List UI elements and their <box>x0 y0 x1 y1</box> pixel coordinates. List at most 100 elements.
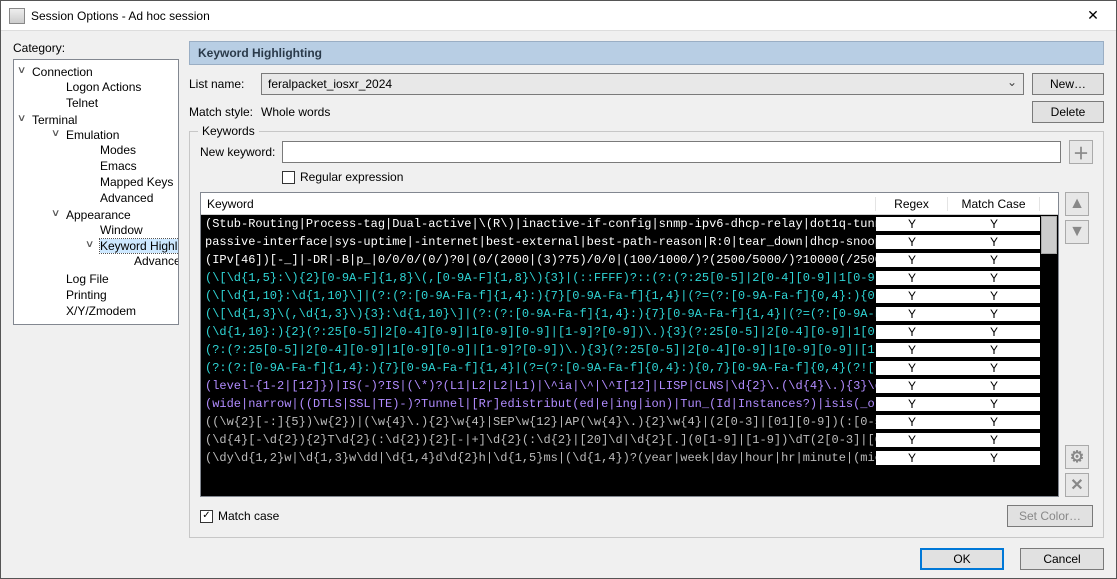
cell-regex: Y <box>876 289 948 303</box>
tree-keyword-highlighting[interactable]: Keyword Highlighting Advanced <box>82 238 170 270</box>
tree-modes[interactable]: Modes <box>82 142 170 158</box>
cell-matchcase: Y <box>948 415 1040 429</box>
cell-matchcase: Y <box>948 271 1040 285</box>
cancel-button[interactable]: Cancel <box>1020 548 1104 570</box>
cell-keyword: (\d{1,10}:){2}(?:25[0-5]|2[0-4][0-9]|1[0… <box>201 325 876 339</box>
cell-matchcase: Y <box>948 253 1040 267</box>
cell-matchcase: Y <box>948 343 1040 357</box>
tree-emacs[interactable]: Emacs <box>82 158 170 174</box>
ok-button[interactable]: OK <box>920 548 1004 570</box>
tree-logon-actions[interactable]: Logon Actions <box>48 79 174 95</box>
col-regex[interactable]: Regex <box>876 197 948 211</box>
cell-regex: Y <box>876 433 948 447</box>
cell-keyword: passive-interface|sys-uptime|-internet|b… <box>201 235 876 249</box>
table-row[interactable]: (\d{1,10}:){2}(?:25[0-5]|2[0-4][0-9]|1[0… <box>201 323 1058 341</box>
list-name-combo[interactable]: feralpacket_iosxr_2024 <box>261 73 1024 95</box>
list-name-label: List name: <box>189 77 261 91</box>
tree-connection[interactable]: Connection Logon Actions Telnet <box>14 64 178 112</box>
cell-keyword: (Stub-Routing|Process-tag|Dual-active|\(… <box>201 217 876 231</box>
cell-matchcase: Y <box>948 289 1040 303</box>
client-area: Category: Connection Logon Actions Telne… <box>1 31 1116 578</box>
table-row[interactable]: (\[\d{1,5}:\){2}[0-9A-F]{1,8}\(,[0-9A-F]… <box>201 269 1058 287</box>
tree-window[interactable]: Window <box>82 222 170 238</box>
cell-keyword: (IPv[46])[-_]|-DR|-B|p_|0/0/0/(0/)?0|(0/… <box>201 253 876 267</box>
new-list-button[interactable]: New… <box>1032 73 1104 95</box>
cell-matchcase: Y <box>948 217 1040 231</box>
cell-regex: Y <box>876 397 948 411</box>
cell-regex: Y <box>876 217 948 231</box>
cell-matchcase: Y <box>948 379 1040 393</box>
cell-regex: Y <box>876 361 948 375</box>
tree-advanced-emu[interactable]: Advanced <box>82 190 170 206</box>
table-row[interactable]: (IPv[46])[-_]|-DR|-B|p_|0/0/0/(0/)?0|(0/… <box>201 251 1058 269</box>
tree-terminal[interactable]: Terminal Emulation Modes Emacs Mapped Ke… <box>14 112 178 320</box>
cell-keyword: (\d{4}[-\d{2}){2}T\d{2}(:\d{2}){2}[-|+]\… <box>201 433 876 447</box>
move-down-button[interactable]: ▼ <box>1065 220 1089 244</box>
keyword-grid[interactable]: Keyword Regex Match Case (Stub-Routing|P… <box>200 192 1059 497</box>
cell-regex: Y <box>876 253 948 267</box>
tree-appearance[interactable]: Appearance Window Keyword Highlighting A… <box>48 207 174 271</box>
tree-xyzmodem[interactable]: X/Y/Zmodem <box>48 303 174 319</box>
match-style-label: Match style: <box>189 105 261 119</box>
tree-advanced-kw[interactable]: Advanced <box>116 253 166 269</box>
dialog-buttons: OK Cancel <box>13 538 1104 570</box>
match-case-checkbox[interactable]: ✓ <box>200 510 213 523</box>
tree-emulation[interactable]: Emulation Modes Emacs Mapped Keys Advanc… <box>48 127 174 207</box>
new-keyword-input[interactable] <box>282 141 1061 163</box>
cell-matchcase: Y <box>948 325 1040 339</box>
cell-keyword: (wide|narrow|((DTLS|SSL|TE)-)?Tunnel|[Rr… <box>201 397 876 411</box>
tree-log-file[interactable]: Log File <box>48 271 174 287</box>
tree-telnet[interactable]: Telnet <box>48 95 174 111</box>
table-row[interactable]: (?:(?:25[0-5]|2[0-4][0-9]|1[0-9][0-9]|[1… <box>201 341 1058 359</box>
cell-regex: Y <box>876 343 948 357</box>
cell-keyword: (level-{1-2|[12]})|IS(-)?IS|(\*)?(L1|L2|… <box>201 379 876 393</box>
keywords-fieldset: Keywords New keyword: ＋ Regular expressi… <box>189 131 1104 538</box>
cell-matchcase: Y <box>948 235 1040 249</box>
window-title: Session Options - Ad hoc session <box>31 9 1070 23</box>
table-row[interactable]: (\dy\d{1,2}w|\d{1,3}w\dd|\d{1,4}d\d{2}h|… <box>201 449 1058 467</box>
keywords-legend: Keywords <box>198 124 259 138</box>
tree-printing[interactable]: Printing <box>48 287 174 303</box>
cell-matchcase: Y <box>948 451 1040 465</box>
tree-mapped-keys[interactable]: Mapped Keys <box>82 174 170 190</box>
table-row[interactable]: passive-interface|sys-uptime|-internet|b… <box>201 233 1058 251</box>
cell-keyword: (?:(?:[0-9A-Fa-f]{1,4}:){7}[0-9A-Fa-f]{1… <box>201 361 876 375</box>
match-style-value: Whole words <box>261 105 1024 119</box>
cell-matchcase: Y <box>948 361 1040 375</box>
grid-body[interactable]: (Stub-Routing|Process-tag|Dual-active|\(… <box>201 215 1058 496</box>
move-up-button[interactable]: ▲ <box>1065 192 1089 216</box>
cell-keyword: (\dy\d{1,2}w|\d{1,3}w\dd|\d{1,4}d\d{2}h|… <box>201 451 876 465</box>
cell-keyword: (\[\d{1,5}:\){2}[0-9A-F]{1,8}\(,[0-9A-F]… <box>201 271 876 285</box>
delete-list-button[interactable]: Delete <box>1032 101 1104 123</box>
app-icon <box>9 8 25 24</box>
cell-keyword: (?:(?:25[0-5]|2[0-4][0-9]|1[0-9][0-9]|[1… <box>201 343 876 357</box>
main-panel: Keyword Highlighting List name: feralpac… <box>189 41 1104 538</box>
set-color-button[interactable]: Set Color… <box>1007 505 1093 527</box>
table-row[interactable]: (\[\d{1,10}:\d{1,10}\]|(?:(?:[0-9A-Fa-f]… <box>201 287 1058 305</box>
category-label: Category: <box>13 41 179 55</box>
add-keyword-button[interactable]: ＋ <box>1069 140 1093 164</box>
cell-regex: Y <box>876 451 948 465</box>
table-row[interactable]: (level-{1-2|[12]})|IS(-)?IS|(\*)?(L1|L2|… <box>201 377 1058 395</box>
category-tree[interactable]: Connection Logon Actions Telnet Terminal… <box>13 59 179 325</box>
table-row[interactable]: (Stub-Routing|Process-tag|Dual-active|\(… <box>201 215 1058 233</box>
scrollbar-thumb[interactable] <box>1041 216 1057 254</box>
table-row[interactable]: (wide|narrow|((DTLS|SSL|TE)-)?Tunnel|[Rr… <box>201 395 1058 413</box>
table-row[interactable]: (\d{4}[-\d{2}){2}T\d{2}(:\d{2}){2}[-|+]\… <box>201 431 1058 449</box>
regex-checkbox-label: Regular expression <box>300 170 403 184</box>
cell-regex: Y <box>876 271 948 285</box>
close-icon[interactable]: ✕ <box>1070 1 1116 31</box>
delete-keyword-button[interactable]: ✕ <box>1065 473 1089 497</box>
cell-regex: Y <box>876 379 948 393</box>
col-matchcase[interactable]: Match Case <box>948 197 1040 211</box>
regex-checkbox[interactable] <box>282 171 295 184</box>
gear-icon[interactable]: ⚙ <box>1065 445 1089 469</box>
table-row[interactable]: (\[\d{1,3}\(,\d{1,3}\){3}:\d{1,10}\]|(?:… <box>201 305 1058 323</box>
col-keyword[interactable]: Keyword <box>201 197 876 211</box>
cell-keyword: (\[\d{1,10}:\d{1,10}\]|(?:(?:[0-9A-Fa-f]… <box>201 289 876 303</box>
cell-regex: Y <box>876 307 948 321</box>
match-case-label: Match case <box>218 509 279 523</box>
cell-matchcase: Y <box>948 433 1040 447</box>
table-row[interactable]: (?:(?:[0-9A-Fa-f]{1,4}:){7}[0-9A-Fa-f]{1… <box>201 359 1058 377</box>
table-row[interactable]: ((\w{2}[-:]{5})\w{2})|(\w{4}\.){2}\w{4}|… <box>201 413 1058 431</box>
